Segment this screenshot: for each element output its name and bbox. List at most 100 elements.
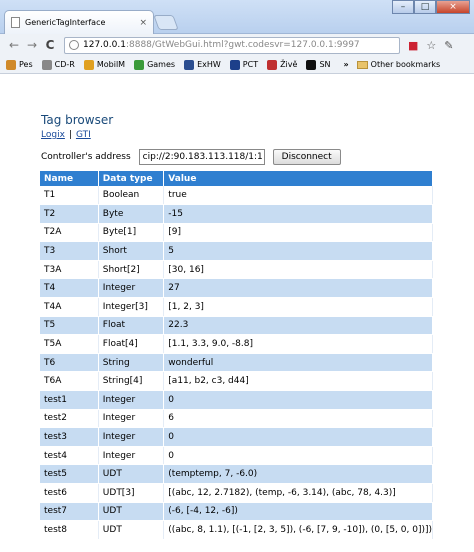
bookmark-favicon [134,59,145,70]
cell-value: wonderful [163,353,433,373]
column-header-value[interactable]: Value [163,171,433,186]
cell-data-type: Short [98,241,165,261]
globe-icon [69,40,79,50]
cell-name: T3 [40,241,99,261]
cell-name: T6 [40,353,99,373]
column-header-data-type[interactable]: Data type [98,171,165,186]
cell-value: [1, 2, 3] [163,297,433,317]
table-row[interactable]: T6 String wonderful [40,353,433,373]
cell-data-type: Float[4] [98,334,165,354]
tag-table: Name Data type Value T1 Boolean true T2 Byte… [40,171,433,540]
logix-link[interactable]: Logix [41,130,65,140]
cell-data-type: Integer [98,409,165,429]
minimize-button[interactable]: – [392,0,414,14]
table-row[interactable]: test2 Integer 6 [40,409,433,429]
back-icon[interactable]: ← [6,38,22,52]
wrench-icon[interactable]: ✎ [444,39,453,52]
table-row[interactable]: T4 Integer 27 [40,278,433,299]
maximize-button[interactable]: □ [414,0,436,14]
browser-tab[interactable]: GenericTagInterface × [4,10,154,34]
table-row[interactable]: test4 Integer 0 [40,446,433,466]
reload-icon[interactable]: C [42,38,58,52]
cell-value: 6 [163,409,433,429]
table-row[interactable]: test6 UDT[3] [(abc, 12, 2.7182), (temp, -6… [40,483,433,503]
cell-data-type: String[4] [98,371,165,392]
cell-data-type: UDT [98,520,165,540]
cell-name: test1 [40,390,99,410]
cell-name: test8 [40,520,99,540]
tab-close-icon[interactable]: × [139,18,147,28]
bookmark-item[interactable]: CD-R [41,59,75,70]
table-row[interactable]: test5 UDT (temptemp, 7, -6.0) [40,464,433,484]
other-bookmarks-folder[interactable]: Other bookmarks [356,60,441,69]
cell-data-type: Integer [98,278,165,299]
controller-address-label: Controller's address [41,152,131,162]
cell-name: T1 [40,186,99,206]
cell-value: 5 [163,241,433,261]
bookmark-item[interactable]: Živě [267,59,297,70]
more-bookmarks-icon[interactable]: » [344,60,349,69]
close-window-button[interactable]: × [436,0,470,14]
link-separator: | [68,130,72,140]
cell-value: true [163,186,433,206]
other-bookmarks-label: Other bookmarks [370,60,441,69]
extension-icon[interactable]: ■ [408,39,418,52]
bookmark-item[interactable]: PCT [229,59,258,70]
cell-data-type: Integer [98,446,165,466]
table-row[interactable]: test3 Integer 0 [40,427,433,447]
cell-value: ((abc, 8, 1.1), [(-1, [2, 3, 5]), (-6, [… [163,520,433,540]
navigation-toolbar: ← → C 127.0.0.1:8888/GtWebGui.html?gwt.c… [0,34,474,56]
table-row[interactable]: test1 Integer 0 [40,390,433,410]
bookmark-star-icon[interactable]: ☆ [426,39,436,52]
cell-name: T5A [40,334,99,354]
cell-name: T4 [40,278,99,299]
cell-data-type: Integer [98,427,165,447]
gti-link[interactable]: GTI [76,130,91,140]
table-row[interactable]: T5A Float[4] [1.1, 3.3, 9.0, -8.8] [40,334,433,354]
page-icon [11,17,20,28]
table-row[interactable]: T6A String[4] [a11, b2, c3, d44] [40,371,433,392]
cell-data-type: Boolean [98,186,165,206]
cell-data-type: Short[2] [98,260,165,280]
table-row[interactable]: T1 Boolean true [40,186,433,206]
cell-name: test2 [40,409,99,429]
bookmark-favicon [267,59,278,70]
bookmark-label: Games [147,60,176,69]
table-row[interactable]: T2 Byte -15 [40,204,433,224]
table-header-row: Name Data type Value [40,171,433,186]
bookmark-item[interactable]: Pes [6,59,33,70]
cell-value: [9] [163,223,433,243]
bookmark-item[interactable]: MobilM [83,59,125,70]
cell-data-type: Byte[1] [98,223,165,243]
table-row[interactable]: T5 Float 22.3 [40,316,433,336]
cell-name: T6A [40,371,99,392]
folder-icon [356,60,368,69]
address-bar[interactable]: 127.0.0.1:8888/GtWebGui.html?gwt.codesvr… [64,36,400,54]
table-row[interactable]: T4A Integer[3] [1, 2, 3] [40,297,433,317]
cell-value: (-6, [-4, 12, -6]) [163,502,433,522]
cell-data-type: Byte [98,204,165,224]
table-row[interactable]: T3A Short[2] [30, 16] [40,260,433,280]
forward-icon[interactable]: → [24,38,40,52]
column-header-name[interactable]: Name [40,171,99,186]
table-row[interactable]: test7 UDT (-6, [-4, 12, -6]) [40,502,433,522]
controller-address-input[interactable] [138,149,265,165]
bookmarks-bar: Pes CD-R MobilM Games ExHW PCT Živě SN »… [0,56,474,74]
page-content: Tag browser Logix | GTI Controller's addre… [0,75,474,552]
table-row[interactable]: T2A Byte[1] [9] [40,223,433,243]
bookmark-item[interactable]: SN [306,59,331,70]
table-row[interactable]: test8 UDT ((abc, 8, 1.1), [(-1, [2, 3, 5])… [40,520,433,540]
new-tab-button[interactable] [153,15,179,30]
cell-value: [30, 16] [163,260,433,280]
bookmark-item[interactable]: ExHW [184,59,221,70]
cell-value: 0 [163,390,433,410]
cell-value: 27 [163,278,433,299]
controller-row: Controller's address Disconnect [41,149,341,165]
url-host: 127.0.0.1 [83,40,126,50]
bookmark-item[interactable]: Games [134,59,176,70]
cell-data-type: Integer [98,390,165,410]
cell-name: T5 [40,316,99,336]
table-row[interactable]: T3 Short 5 [40,241,433,261]
disconnect-button[interactable]: Disconnect [272,149,341,165]
cell-name: test5 [40,464,99,484]
